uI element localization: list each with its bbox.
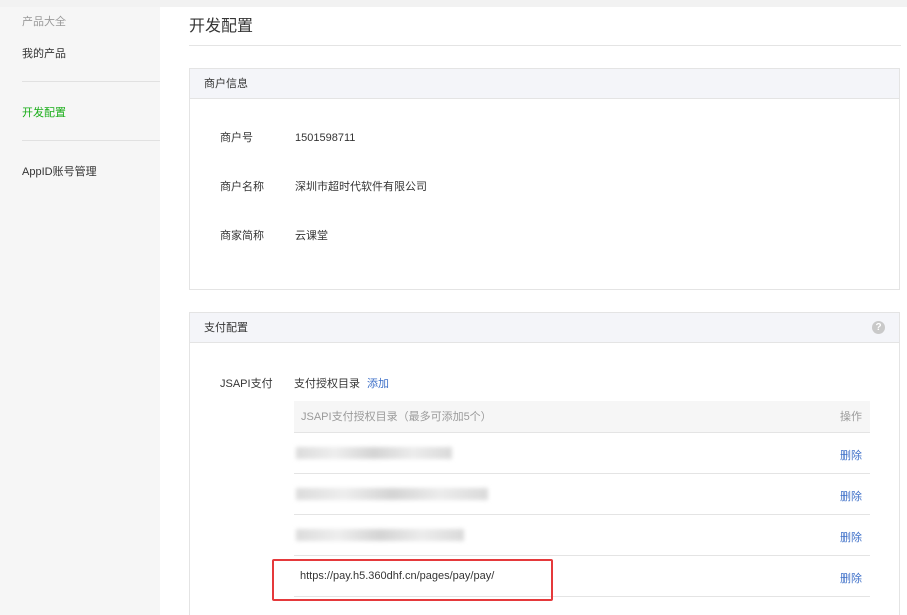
merchant-id-row: 商户号 1501598711	[220, 129, 355, 145]
sidebar-divider	[22, 140, 160, 141]
sidebar: 产品大全 我的产品 开发配置 AppID账号管理	[0, 7, 160, 615]
redacted-url	[296, 529, 464, 541]
merchant-name-value: 深圳市超时代软件有限公司	[295, 181, 427, 193]
dir-column-header: JSAPI支付授权目录（最多可添加5个）	[301, 411, 492, 423]
page-title: 开发配置	[189, 18, 254, 35]
redacted-url	[296, 447, 452, 459]
add-dir-link[interactable]: 添加	[367, 375, 389, 391]
sidebar-divider	[22, 81, 160, 82]
merchant-id-value: 1501598711	[295, 132, 356, 144]
redacted-url	[296, 488, 488, 500]
title-divider	[189, 45, 901, 46]
table-row: 删除	[294, 433, 870, 474]
delete-link[interactable]: 删除	[840, 488, 862, 504]
top-bar	[0, 0, 907, 7]
sidebar-category: 产品大全	[22, 16, 66, 28]
payment-config-header: 支付配置 ?	[190, 313, 899, 343]
merchant-short-name-value: 云课堂	[295, 230, 328, 242]
main-content: 开发配置 商户信息 商户号 1501598711 商户名称 深圳市超时代软件有限公司…	[160, 7, 907, 615]
merchant-short-name-label: 商家简称	[220, 230, 264, 242]
help-icon[interactable]: ?	[872, 321, 885, 334]
table-row: 删除	[294, 474, 870, 515]
table-row: 删除	[294, 515, 870, 556]
merchant-name-row: 商户名称 深圳市超时代软件有限公司	[220, 178, 427, 194]
merchant-short-name-row: 商家简称 云课堂	[220, 227, 328, 243]
merchant-info-panel: 商户信息 商户号 1501598711 商户名称 深圳市超时代软件有限公司 商家简称…	[189, 68, 900, 290]
merchant-info-heading: 商户信息	[190, 69, 899, 99]
delete-link[interactable]: 删除	[840, 529, 862, 545]
sidebar-item-dev-config[interactable]: 开发配置	[22, 104, 66, 120]
jsapi-label: JSAPI支付	[220, 378, 273, 390]
op-column-header: 操作	[840, 411, 862, 423]
delete-link[interactable]: 删除	[840, 447, 862, 463]
payment-config-heading: 支付配置	[204, 322, 248, 334]
sidebar-item-my-products[interactable]: 我的产品	[22, 45, 66, 61]
delete-link[interactable]: 删除	[840, 570, 862, 586]
highlight-box	[272, 559, 553, 601]
merchant-id-label: 商户号	[220, 132, 253, 144]
sidebar-item-appid-management[interactable]: AppID账号管理	[22, 163, 97, 179]
auth-dir-label: 支付授权目录	[294, 378, 360, 390]
table-header: JSAPI支付授权目录（最多可添加5个） 操作	[294, 401, 870, 433]
merchant-name-label: 商户名称	[220, 181, 264, 193]
